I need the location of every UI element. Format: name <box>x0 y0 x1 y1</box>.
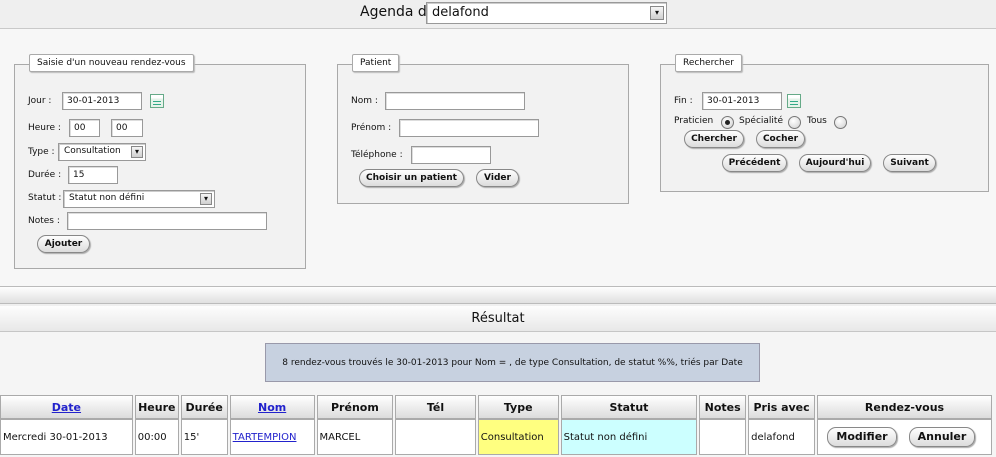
patient-name-link[interactable]: TARTEMPION <box>233 432 297 443</box>
check-button[interactable]: Cocher <box>756 130 805 148</box>
jour-input[interactable]: 30-01-2013 <box>62 92 142 110</box>
search-legend: Rechercher <box>675 54 742 72</box>
cell-tel <box>395 419 476 455</box>
nom-label: Nom : <box>351 96 378 106</box>
notes-label: Notes : <box>28 216 60 226</box>
cell-pris-avec: delafond <box>748 419 815 455</box>
chevron-down-icon[interactable]: ▾ <box>200 193 212 205</box>
separator-bar <box>0 286 996 304</box>
add-appointment-button[interactable]: Ajouter <box>37 235 90 253</box>
patient-panel: Patient Nom : Prénom : Téléphone : Chois… <box>337 54 629 204</box>
prenom-label: Prénom : <box>351 123 392 133</box>
form-area: Saisie d'un nouveau rendez-vous Jour : 3… <box>0 28 996 286</box>
column-rendez-vous: Rendez-vous <box>816 395 992 419</box>
specialite-label: Spécialité <box>739 116 783 126</box>
clear-patient-button[interactable]: Vider <box>476 169 519 187</box>
table-header-row: Date Heure Durée Nom Prénom Tél Type Sta… <box>0 395 992 419</box>
result-title: Résultat <box>0 306 996 332</box>
cell-statut: Statut non défini <box>560 419 698 455</box>
heure-label: Heure : <box>28 123 61 133</box>
column-date[interactable]: Date <box>0 395 133 419</box>
telephone-label: Téléphone : <box>351 150 403 160</box>
calendar-icon[interactable] <box>787 94 801 108</box>
prenom-input[interactable] <box>399 119 539 137</box>
modify-button[interactable]: Modifier <box>826 427 897 447</box>
previous-button[interactable]: Précédent <box>722 154 787 172</box>
cell-actions: Modifier Annuler <box>816 419 992 455</box>
statut-select-value: Statut non défini <box>69 193 145 203</box>
agenda-header: Agenda de delafond ▾ <box>0 0 996 28</box>
new-appointment-legend: Saisie d'un nouveau rendez-vous <box>29 54 194 72</box>
column-tel: Tél <box>395 395 476 419</box>
fin-input[interactable]: 30-01-2013 <box>702 92 782 110</box>
table-row: Mercredi 30-01-2013 00:00 15' TARTEMPION… <box>0 419 992 455</box>
sort-date-link[interactable]: Date <box>52 401 81 414</box>
cell-prenom: MARCEL <box>316 419 394 455</box>
cell-type: Consultation <box>477 419 559 455</box>
search-button[interactable]: Chercher <box>684 130 744 148</box>
column-statut: Statut <box>560 395 698 419</box>
column-notes: Notes <box>699 395 747 419</box>
heure-minute-input[interactable]: 00 <box>111 119 143 137</box>
telephone-input[interactable] <box>411 146 491 164</box>
column-heure: Heure <box>134 395 179 419</box>
new-appointment-panel: Saisie d'un nouveau rendez-vous Jour : 3… <box>14 54 306 269</box>
practitioner-select-value: delafond <box>432 5 489 20</box>
notes-input[interactable] <box>67 212 267 230</box>
jour-label: Jour : <box>28 96 52 106</box>
cell-notes <box>699 419 747 455</box>
duree-input[interactable]: 15 <box>68 166 118 184</box>
type-select[interactable]: Consultation ▾ <box>58 143 146 161</box>
choose-patient-button[interactable]: Choisir un patient <box>359 169 464 187</box>
statut-label: Statut : <box>28 193 62 203</box>
heure-hour-input[interactable]: 00 <box>69 119 100 137</box>
cell-heure: 00:00 <box>134 419 179 455</box>
chevron-down-icon[interactable]: ▾ <box>650 6 664 20</box>
next-button[interactable]: Suivant <box>883 154 936 172</box>
appointments-table: Date Heure Durée Nom Prénom Tél Type Sta… <box>0 395 994 455</box>
search-panel: Rechercher Fin : 30-01-2013 Praticien Sp… <box>660 54 989 192</box>
agenda-label: Agenda de <box>360 4 436 20</box>
patient-legend: Patient <box>352 54 400 72</box>
chevron-down-icon[interactable]: ▾ <box>131 146 143 158</box>
type-select-value: Consultation <box>64 146 121 156</box>
tous-label: Tous <box>807 116 827 126</box>
type-label: Type : <box>28 147 55 157</box>
nom-input[interactable] <box>385 92 525 110</box>
cancel-button[interactable]: Annuler <box>908 427 975 447</box>
column-type: Type <box>477 395 559 419</box>
praticien-label: Praticien <box>674 116 714 126</box>
cell-duree: 15' <box>180 419 228 455</box>
statut-select[interactable]: Statut non défini ▾ <box>63 190 215 208</box>
praticien-radio[interactable] <box>721 116 734 129</box>
cell-date: Mercredi 30-01-2013 <box>0 419 133 455</box>
result-message: 8 rendez-vous trouvés le 30-01-2013 pour… <box>265 343 760 382</box>
tous-radio[interactable] <box>834 116 847 129</box>
column-pris-avec: Pris avec <box>748 395 815 419</box>
practitioner-select[interactable]: delafond ▾ <box>426 2 667 24</box>
column-prenom: Prénom <box>316 395 394 419</box>
today-button[interactable]: Aujourd'hui <box>799 154 871 172</box>
duree-label: Durée : <box>28 170 62 180</box>
sort-nom-link[interactable]: Nom <box>258 401 286 414</box>
cell-nom: TARTEMPION <box>229 419 315 455</box>
fin-label: Fin : <box>674 96 693 106</box>
specialite-radio[interactable] <box>788 116 801 129</box>
column-nom[interactable]: Nom <box>229 395 315 419</box>
column-duree: Durée <box>180 395 228 419</box>
calendar-icon[interactable] <box>150 94 164 108</box>
